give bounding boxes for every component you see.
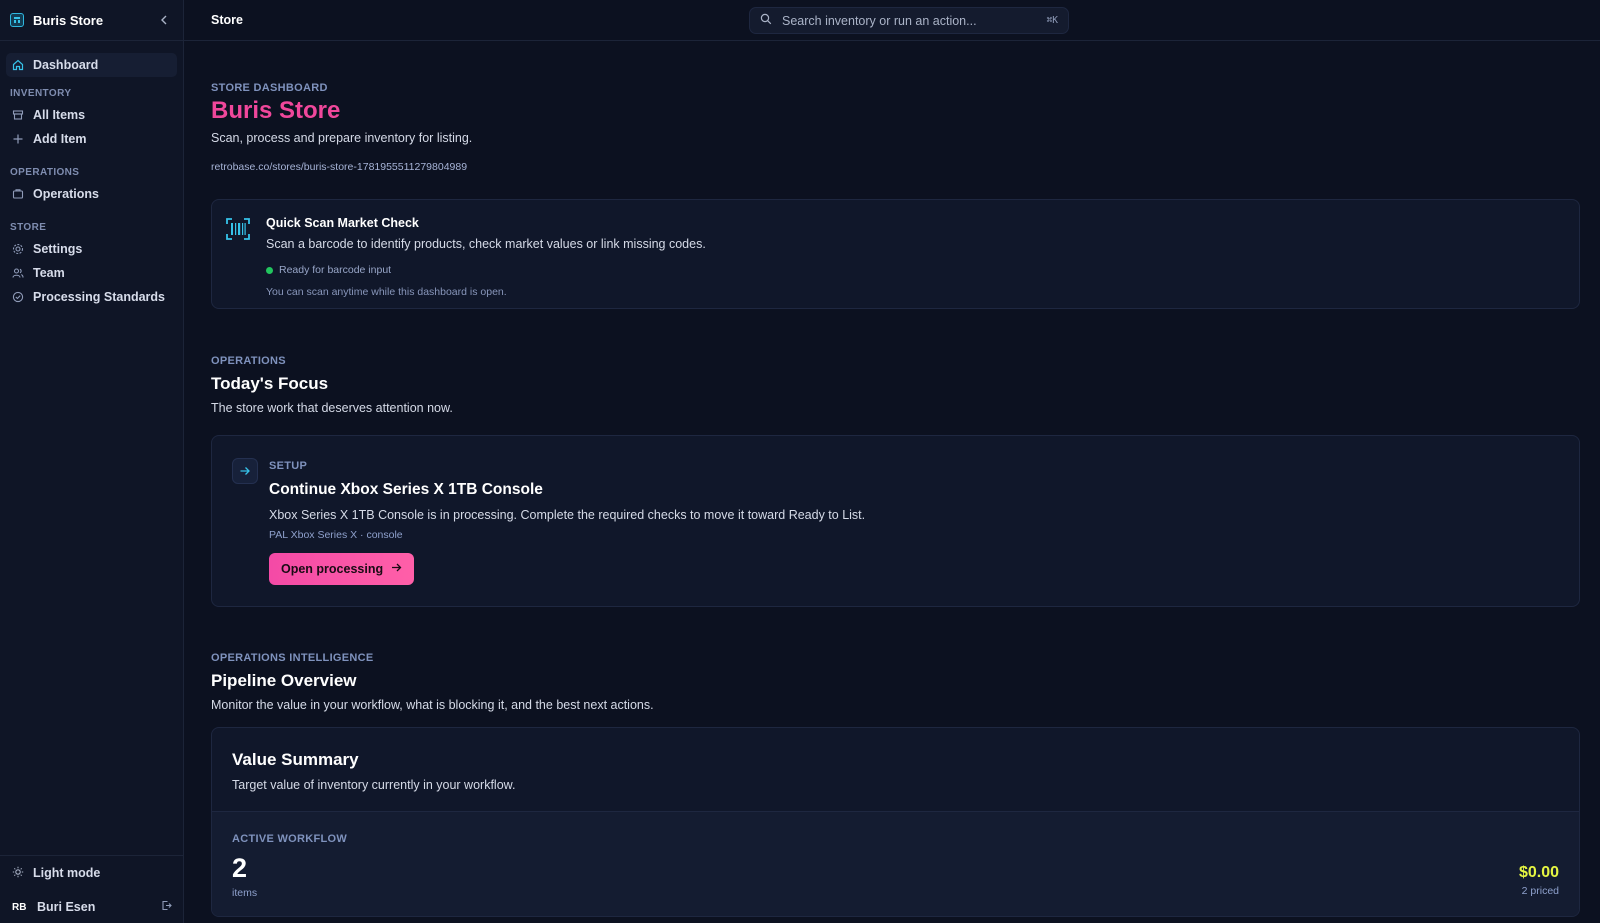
scan-status-label: Ready for barcode input <box>279 264 392 276</box>
store-icon <box>10 13 24 27</box>
theme-toggle-label: Light mode <box>33 866 101 880</box>
page-title: Buris Store <box>211 97 341 124</box>
archive-icon <box>12 109 24 121</box>
search-icon <box>760 13 772 28</box>
sidebar-nav: Dashboard INVENTORY All Items Add Item O… <box>0 41 183 309</box>
sidebar-item-label: Dashboard <box>33 58 99 72</box>
task-tag: SETUP <box>269 460 308 472</box>
quick-scan-text: Scan a barcode to identify products, che… <box>266 237 706 251</box>
sidebar-item-dashboard[interactable]: Dashboard <box>6 53 177 77</box>
arrow-right-icon <box>391 562 402 576</box>
focus-eyebrow: OPERATIONS <box>211 355 286 367</box>
active-workflow-panel: ACTIVE WORKFLOW 2 items $0.00 2 priced <box>212 812 1579 916</box>
topbar: Store ⌘K <box>184 0 1600 41</box>
sidebar-item-label: Processing Standards <box>33 290 165 304</box>
section-label-inventory: INVENTORY <box>10 88 72 99</box>
barcode-scan-icon <box>226 218 250 243</box>
sidebar-item-all-items[interactable]: All Items <box>6 103 177 127</box>
sidebar: Buris Store Dashboard INVENTORY All Item… <box>0 0 184 923</box>
logout-icon[interactable] <box>161 900 172 914</box>
pipeline-title: Pipeline Overview <box>211 671 357 690</box>
task-text: Xbox Series X 1TB Console is in processi… <box>269 508 866 522</box>
sidebar-item-add-item[interactable]: Add Item <box>6 127 177 151</box>
gear-icon <box>12 243 24 255</box>
scan-hint: You can scan anytime while this dashboar… <box>266 286 507 298</box>
collapse-sidebar-icon[interactable] <box>157 13 171 28</box>
box-icon <box>12 188 24 200</box>
check-circle-icon <box>12 291 24 303</box>
value-summary-card: Value Summary Target value of inventory … <box>211 727 1580 917</box>
sidebar-item-label: Settings <box>33 242 83 256</box>
sidebar-item-label: All Items <box>33 108 86 122</box>
sidebar-header: Buris Store <box>0 0 183 41</box>
quick-scan-title: Quick Scan Market Check <box>266 216 419 230</box>
store-url[interactable]: retrobase.co/stores/buris-store-17819555… <box>211 161 1580 173</box>
pipeline-eyebrow: OPERATIONS INTELLIGENCE <box>211 652 374 664</box>
search-input[interactable] <box>782 13 1037 28</box>
quick-scan-card: Quick Scan Market Check Scan a barcode t… <box>211 199 1580 309</box>
main-content: STORE DASHBOARD Buris Store Scan, proces… <box>211 41 1580 917</box>
task-meta: PAL Xbox Series X · console <box>269 529 403 541</box>
scan-status: Ready for barcode input <box>266 264 706 276</box>
focus-subtitle: The store work that deserves attention n… <box>211 401 453 415</box>
avatar: RB <box>12 901 27 913</box>
sidebar-item-label: Add Item <box>33 132 87 146</box>
sidebar-item-processing-standards[interactable]: Processing Standards <box>6 285 177 309</box>
workflow-value-label: 2 priced <box>1521 885 1559 897</box>
value-summary-title: Value Summary <box>232 750 359 769</box>
page-eyebrow: STORE DASHBOARD <box>211 82 328 94</box>
sidebar-item-settings[interactable]: Settings <box>6 237 177 261</box>
users-icon <box>12 267 24 279</box>
page-breadcrumb: Store <box>211 13 243 27</box>
sidebar-item-label: Team <box>33 266 65 280</box>
page-subtitle: Scan, process and prepare inventory for … <box>211 131 473 145</box>
pipeline-subtitle: Monitor the value in your workflow, what… <box>211 698 654 712</box>
user-row[interactable]: RB Buri Esen <box>0 890 184 923</box>
active-workflow-label: ACTIVE WORKFLOW <box>232 833 348 845</box>
home-icon <box>12 59 24 71</box>
section-label-store: STORE <box>10 222 47 233</box>
sun-icon <box>12 866 24 881</box>
active-item-count-label: items <box>232 887 258 899</box>
section-label-operations: OPERATIONS <box>10 167 80 178</box>
status-dot <box>266 266 273 274</box>
theme-toggle[interactable]: Light mode <box>0 856 184 890</box>
task-title: Continue Xbox Series X 1TB Console <box>269 481 543 498</box>
value-summary-subtitle: Target value of inventory currently in y… <box>232 778 516 792</box>
workflow-value: $0.00 2 priced <box>1519 864 1559 897</box>
sidebar-item-team[interactable]: Team <box>6 261 177 285</box>
workflow-value-amount: $0.00 <box>1518 864 1559 881</box>
active-item-count: 2 <box>232 853 248 883</box>
store-switcher[interactable]: Buris Store <box>10 13 103 28</box>
shortcut-hint: ⌘K <box>1046 15 1058 26</box>
command-search[interactable]: ⌘K <box>749 7 1069 34</box>
sidebar-footer: Light mode RB Buri Esen <box>0 855 184 923</box>
sidebar-item-label: Operations <box>33 187 99 201</box>
sidebar-item-operations[interactable]: Operations <box>6 182 177 206</box>
focus-task-body: SETUP Continue Xbox Series X 1TB Console… <box>269 460 865 585</box>
plus-icon <box>12 133 24 145</box>
arrow-right-icon <box>232 458 258 484</box>
quick-scan-body: Quick Scan Market Check Scan a barcode t… <box>266 216 706 298</box>
open-processing-label: Open processing <box>281 562 384 576</box>
value-summary-header: Value Summary Target value of inventory … <box>212 728 1579 812</box>
open-processing-button[interactable]: Open processing <box>269 553 415 585</box>
user-name: Buri Esen <box>37 900 96 914</box>
focus-title: Today's Focus <box>211 374 329 393</box>
focus-task-card: SETUP Continue Xbox Series X 1TB Console… <box>211 435 1580 607</box>
brand-name: Buris Store <box>33 12 104 28</box>
